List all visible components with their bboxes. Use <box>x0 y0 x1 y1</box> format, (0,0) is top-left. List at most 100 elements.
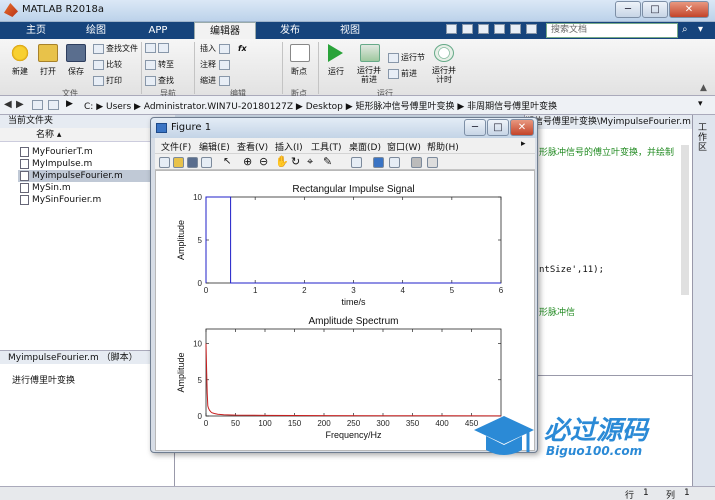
menu-view[interactable]: 查看(V) <box>237 140 268 153</box>
help-dropdown-icon[interactable]: ▾ <box>698 24 711 37</box>
insert-legend-icon[interactable] <box>389 157 400 168</box>
path-segment[interactable]: 矩形脉冲信号傅里叶变换 <box>356 102 455 112</box>
tab-plots[interactable]: 绘图 <box>68 22 124 39</box>
address-dropdown-icon[interactable]: ▾ <box>698 99 703 109</box>
open-button[interactable]: 打开 <box>34 66 62 77</box>
address-path[interactable]: C: ▶ Users ▶ Administrator.WIN7U-2018012… <box>84 99 557 112</box>
find-files-button[interactable]: 查找文件 <box>93 43 138 54</box>
minimize-button[interactable]: ─ <box>615 1 641 18</box>
zoom-in-icon[interactable]: ⊕ <box>243 155 252 168</box>
save-figure-icon[interactable] <box>187 157 198 168</box>
advance-button[interactable]: 前进 <box>388 68 417 79</box>
indent-button[interactable]: 缩进 <box>200 75 232 86</box>
insert-button[interactable]: 插入 fx <box>200 43 247 54</box>
find-files-icon <box>93 43 104 54</box>
path-segment[interactable]: C: <box>84 102 93 112</box>
maximize-button[interactable]: □ <box>642 1 668 18</box>
brush-icon[interactable]: ✎ <box>323 155 332 168</box>
compare-button[interactable]: 比较 <box>93 59 122 70</box>
run-icon[interactable] <box>328 44 343 62</box>
menu-edit[interactable]: 编辑(E) <box>199 140 230 153</box>
print-figure-icon[interactable] <box>201 157 212 168</box>
open-folder-icon[interactable] <box>38 44 58 62</box>
path-segment[interactable]: 非周期信号傅里叶变换 <box>467 102 557 112</box>
menu-file[interactable]: 文件(F) <box>161 140 191 153</box>
goto-button[interactable]: 转至 <box>145 59 174 70</box>
comment-icon <box>219 59 230 70</box>
menubar-overflow-icon[interactable]: ▸ <box>521 139 526 149</box>
cut-icon[interactable] <box>462 24 473 34</box>
pan-hand-icon[interactable]: ✋ <box>275 155 289 168</box>
hide-plot-tools-icon[interactable] <box>411 157 422 168</box>
m-file-icon <box>20 183 29 193</box>
path-segment[interactable]: Administrator.WIN7U-20180127Z <box>144 102 293 112</box>
menu-help[interactable]: 帮助(H) <box>427 140 459 153</box>
print-button[interactable]: 打印 <box>93 75 122 86</box>
figure-close-button[interactable]: ✕ <box>510 119 534 136</box>
save-icon[interactable] <box>446 24 457 34</box>
run-and-advance-icon[interactable] <box>360 44 380 62</box>
run-button[interactable]: 运行 <box>322 66 350 77</box>
collapse-ribbon-icon[interactable]: ▲ <box>700 83 707 93</box>
figure-titlebar[interactable]: Figure 1 ─ □ ✕ <box>151 118 537 138</box>
tab-publish[interactable]: 发布 <box>262 22 318 39</box>
breakpoints-button[interactable]: 断点 <box>284 66 314 77</box>
function-fx-icon[interactable]: fx <box>238 44 247 53</box>
path-root-chevron-icon[interactable]: ▶ <box>66 99 73 109</box>
forward-arrow-icon[interactable]: ▶ <box>16 99 24 110</box>
x-tick-label: 200 <box>317 419 331 428</box>
status-col-label: 列 <box>666 491 676 500</box>
new-button[interactable]: 新建 <box>6 66 34 77</box>
tab-view[interactable]: 视图 <box>322 22 378 39</box>
data-cursor-icon[interactable]: ⌖ <box>307 155 313 169</box>
search-icon[interactable]: ⌕ <box>682 24 695 37</box>
browse-folder-icon[interactable] <box>48 100 59 110</box>
search-documentation-input[interactable]: 搜索文档 <box>546 23 678 38</box>
back-arrow-icon[interactable]: ◀ <box>4 99 12 110</box>
path-segment[interactable]: Desktop <box>306 102 343 112</box>
paste-icon[interactable] <box>494 24 505 34</box>
tab-editor[interactable]: 编辑器 <box>194 22 256 39</box>
forward-arrow-icon[interactable] <box>158 43 169 53</box>
find-button[interactable]: 查找 <box>145 75 174 86</box>
insert-colorbar-icon[interactable] <box>373 157 384 168</box>
path-segment[interactable]: Users <box>106 102 131 112</box>
pointer-arrow-icon[interactable]: ↖ <box>223 156 231 167</box>
new-icon[interactable] <box>10 44 30 62</box>
run-and-time-button[interactable]: 运行并 计时 <box>426 66 462 84</box>
show-plot-tools-icon[interactable] <box>427 157 438 168</box>
menu-insert[interactable]: 插入(I) <box>275 140 303 153</box>
run-section-button[interactable]: 运行节 <box>388 52 425 63</box>
zoom-out-icon[interactable]: ⊖ <box>259 155 268 168</box>
figure-maximize-button[interactable]: □ <box>487 119 509 136</box>
editor-tab[interactable]: 期信号傅里叶变换\MyimpulseFourier.m <box>525 115 692 129</box>
chart-title: Amplitude Spectrum <box>308 316 398 327</box>
new-figure-icon[interactable] <box>159 157 170 168</box>
back-arrow-icon[interactable] <box>145 43 156 53</box>
editor-scrollbar[interactable] <box>681 145 689 295</box>
save-disk-icon[interactable] <box>66 44 86 62</box>
x-tick-label: 3 <box>351 286 356 295</box>
comment-button[interactable]: 注释 <box>200 59 232 70</box>
close-button[interactable]: ✕ <box>669 1 709 18</box>
run-and-time-icon[interactable] <box>434 44 454 62</box>
open-file-icon[interactable] <box>173 157 184 168</box>
name-column-header[interactable]: 名称 ▴ <box>0 128 175 142</box>
menu-desktop[interactable]: 桌面(D) <box>349 140 381 153</box>
axes-box <box>205 328 502 417</box>
copy-icon[interactable] <box>478 24 489 34</box>
breakpoints-icon[interactable] <box>290 44 310 62</box>
run-and-advance-button[interactable]: 运行并 前进 <box>352 66 386 84</box>
save-button[interactable]: 保存 <box>62 66 90 77</box>
link-plot-icon[interactable] <box>351 157 362 168</box>
workspace-tab[interactable]: 工作区 <box>698 123 710 153</box>
tab-home[interactable]: 主页 <box>8 22 64 39</box>
menu-window[interactable]: 窗口(W) <box>387 140 421 153</box>
rotate-3d-icon[interactable]: ↻ <box>291 155 300 168</box>
tab-apps[interactable]: APP <box>130 22 186 39</box>
menu-tools[interactable]: 工具(T) <box>311 140 342 153</box>
undo-icon[interactable] <box>510 24 521 34</box>
folder-up-icon[interactable] <box>32 100 43 110</box>
redo-icon[interactable] <box>526 24 537 34</box>
figure-minimize-button[interactable]: ─ <box>464 119 486 136</box>
